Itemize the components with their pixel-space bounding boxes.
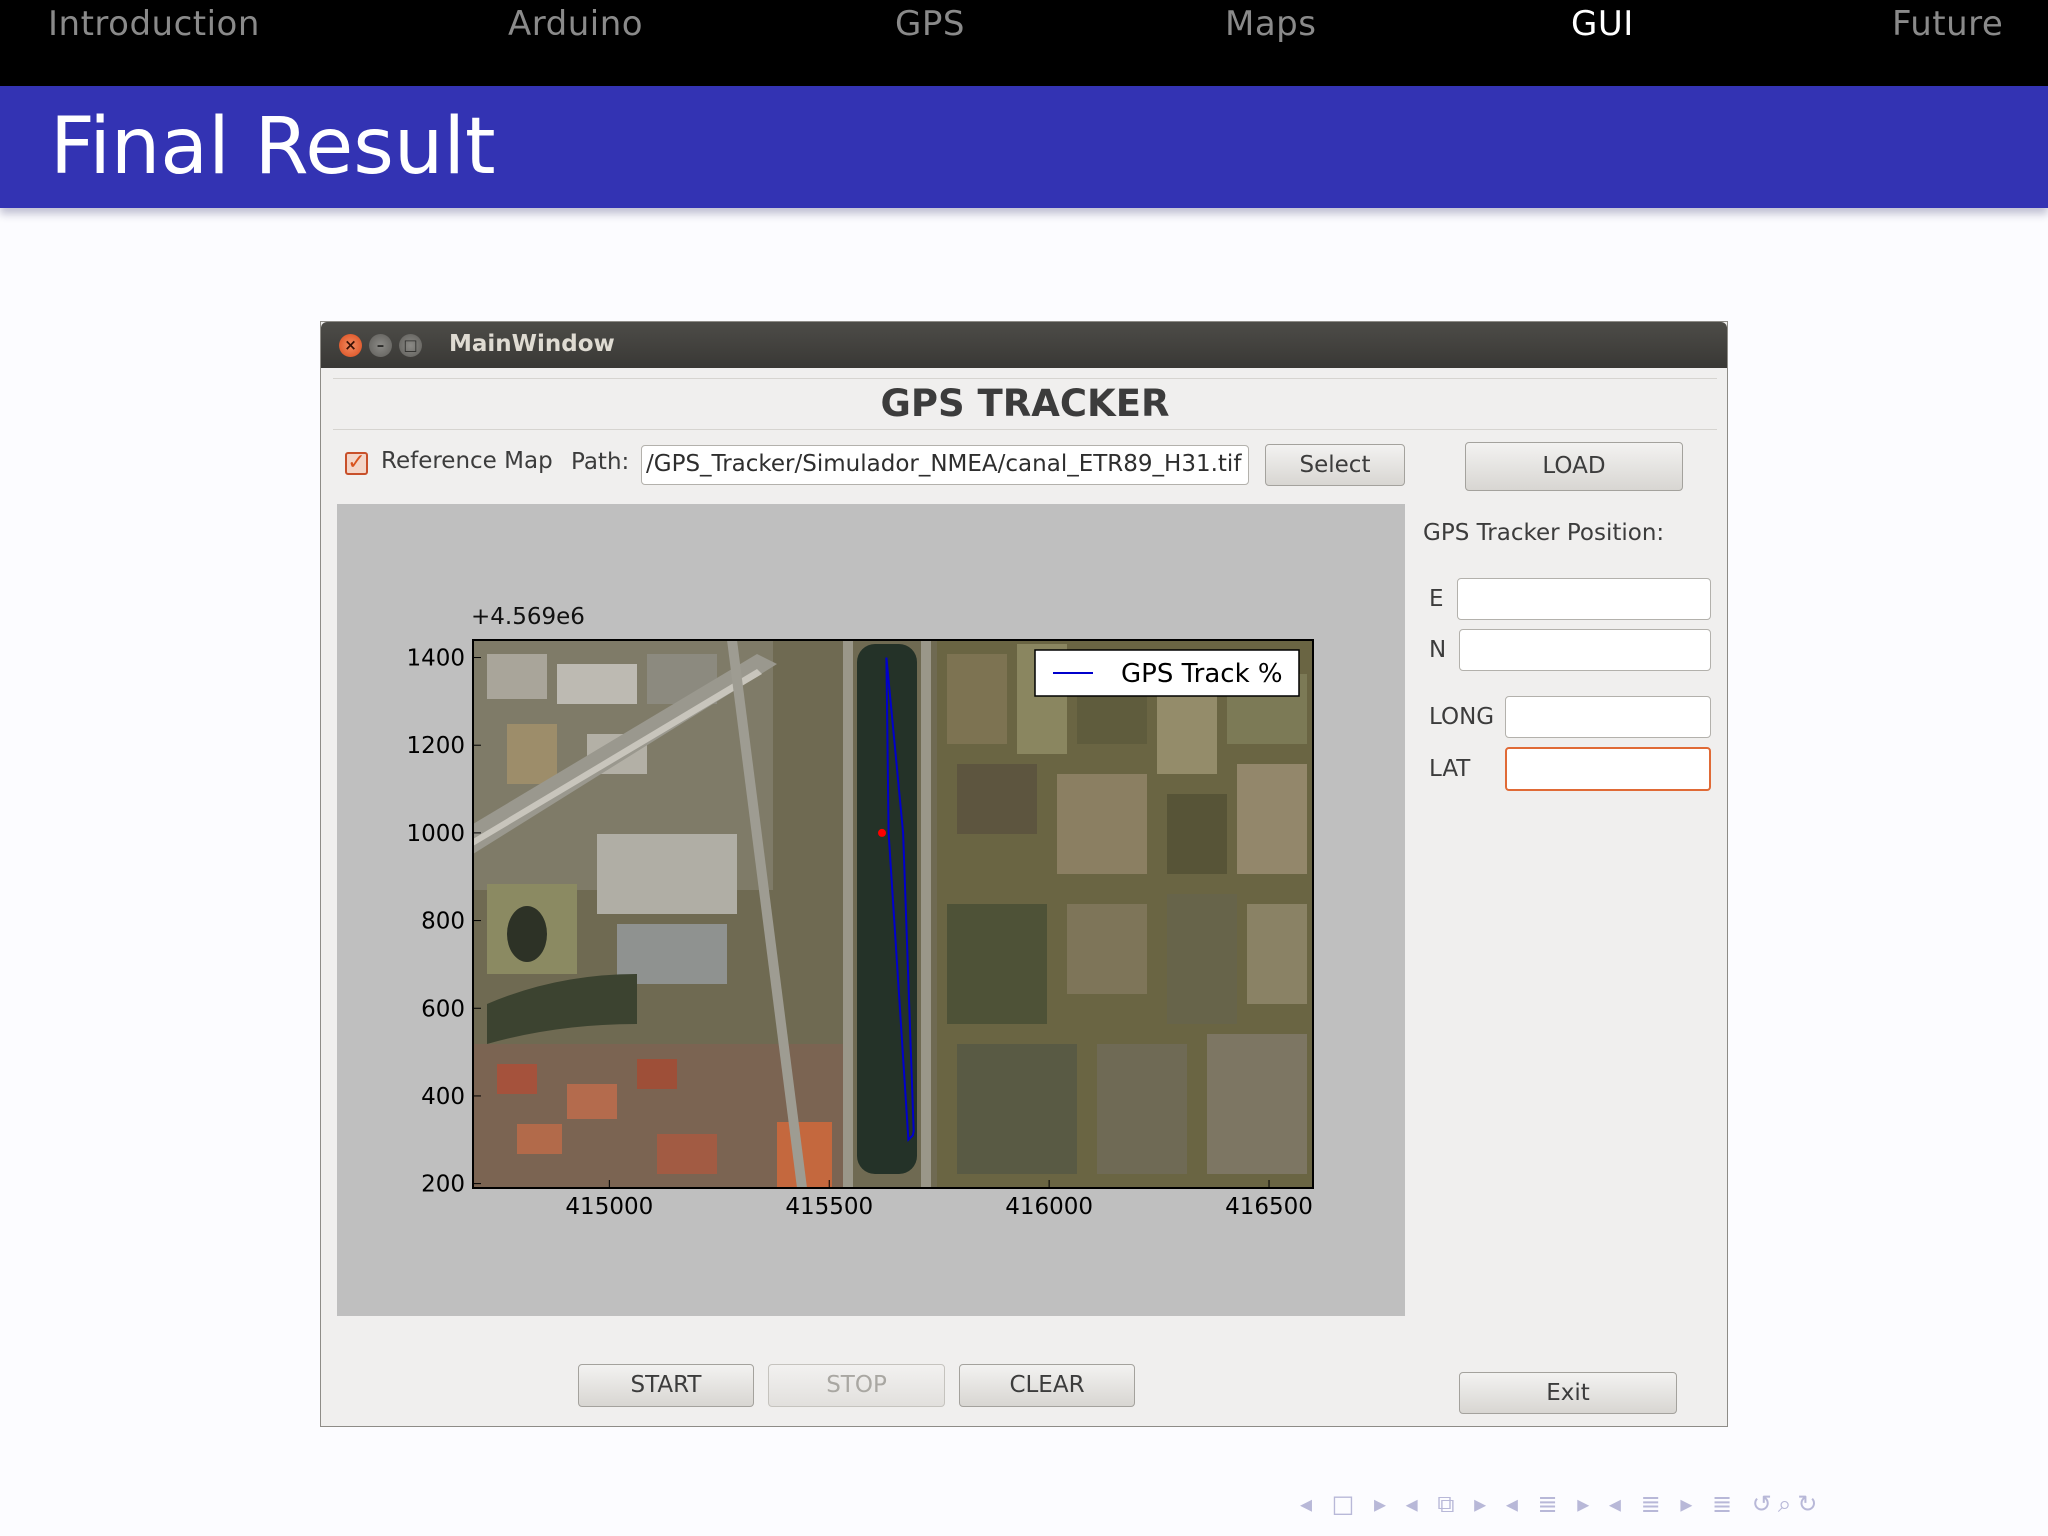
app-header: GPS TRACKER: [333, 378, 1717, 430]
x-tick-label: 415000: [565, 1194, 653, 1220]
e-field[interactable]: [1457, 578, 1711, 620]
nav-prev-subsection-icon[interactable]: ◂ ≣ ▸: [1506, 1490, 1595, 1518]
path-value: /GPS_Tracker/Simulador_NMEA/canal_ETR89_…: [646, 451, 1242, 477]
nav-item-arduino[interactable]: Arduino: [508, 4, 643, 44]
plot-area: +4.569e6 415000 415500 416000 416500 200…: [337, 504, 1405, 1316]
legend-entry: GPS Track %: [1121, 659, 1283, 689]
nav-item-gui[interactable]: GUI: [1571, 4, 1634, 44]
select-button[interactable]: Select: [1265, 444, 1405, 486]
position-title: GPS Tracker Position:: [1423, 520, 1665, 546]
nav-item-maps[interactable]: Maps: [1225, 4, 1316, 44]
y-tick-label: 1000: [406, 821, 465, 847]
reference-map-checkbox[interactable]: ✓: [345, 452, 368, 475]
legend: GPS Track %: [1034, 649, 1300, 697]
minimize-icon[interactable]: –: [369, 334, 392, 357]
frame-title-bar: Final Result: [0, 86, 2048, 208]
x-tick-label: 415500: [785, 1194, 873, 1220]
maximize-icon[interactable]: □: [399, 334, 422, 357]
y-tick-label: 1400: [406, 646, 465, 672]
y-tick-label: 400: [421, 1084, 465, 1110]
stop-button[interactable]: STOP: [768, 1364, 945, 1407]
frame-title: Final Result: [50, 102, 496, 192]
current-position-marker: [878, 828, 887, 837]
window-titlebar: × – □ MainWindow: [321, 322, 1727, 368]
n-label: N: [1429, 637, 1447, 663]
n-field[interactable]: [1459, 629, 1711, 671]
y-tick-label: 800: [421, 909, 465, 935]
nav-item-future[interactable]: Future: [1892, 4, 2003, 44]
long-field[interactable]: [1505, 696, 1711, 738]
load-button[interactable]: LOAD: [1465, 442, 1683, 491]
y-tick-label: 600: [421, 996, 465, 1022]
nav-item-introduction[interactable]: Introduction: [48, 4, 260, 44]
nav-search-icon[interactable]: ↺⌕↻: [1752, 1490, 1824, 1518]
clear-button[interactable]: CLEAR: [959, 1364, 1135, 1407]
path-label: Path:: [571, 449, 630, 475]
nav-doc-icon[interactable]: ≣: [1712, 1490, 1738, 1518]
nav-frame-icon[interactable]: ◂ ⧉ ▸: [1406, 1490, 1493, 1518]
beamer-nav-symbols: ◂ □ ▸ ◂ ⧉ ▸ ◂ ≣ ▸ ◂ ≣ ▸ ≣ ↺⌕↻: [1300, 1490, 1823, 1518]
nav-section-icon[interactable]: ◂ ≣ ▸: [1609, 1490, 1698, 1518]
path-input[interactable]: /GPS_Tracker/Simulador_NMEA/canal_ETR89_…: [641, 445, 1249, 485]
nav-prev-frame-icon[interactable]: ◂ □ ▸: [1300, 1490, 1392, 1518]
beamer-navbar: Introduction Arduino GPS Maps GUI Future: [0, 0, 2048, 86]
y-tick-label: 1200: [406, 733, 465, 759]
reference-map-label: Reference Map: [381, 448, 553, 474]
lat-field[interactable]: [1505, 747, 1711, 791]
start-button[interactable]: START: [578, 1364, 754, 1407]
x-tick-label: 416000: [1005, 1194, 1093, 1220]
y-tick-label: 200: [421, 1172, 465, 1198]
map-plot[interactable]: 415000 415500 416000 416500 200 400 600 800 1000…: [337, 504, 1405, 1316]
app-window: × – □ MainWindow GPS TRACKER ✓ Reference…: [320, 321, 1728, 1427]
lat-label: LAT: [1429, 756, 1471, 782]
x-tick-label: 416500: [1225, 1194, 1313, 1220]
close-icon[interactable]: ×: [339, 334, 362, 357]
window-title: MainWindow: [449, 331, 615, 357]
e-label: E: [1429, 586, 1444, 612]
nav-item-gps[interactable]: GPS: [895, 4, 965, 44]
exit-button[interactable]: Exit: [1459, 1372, 1677, 1414]
long-label: LONG: [1429, 704, 1495, 730]
